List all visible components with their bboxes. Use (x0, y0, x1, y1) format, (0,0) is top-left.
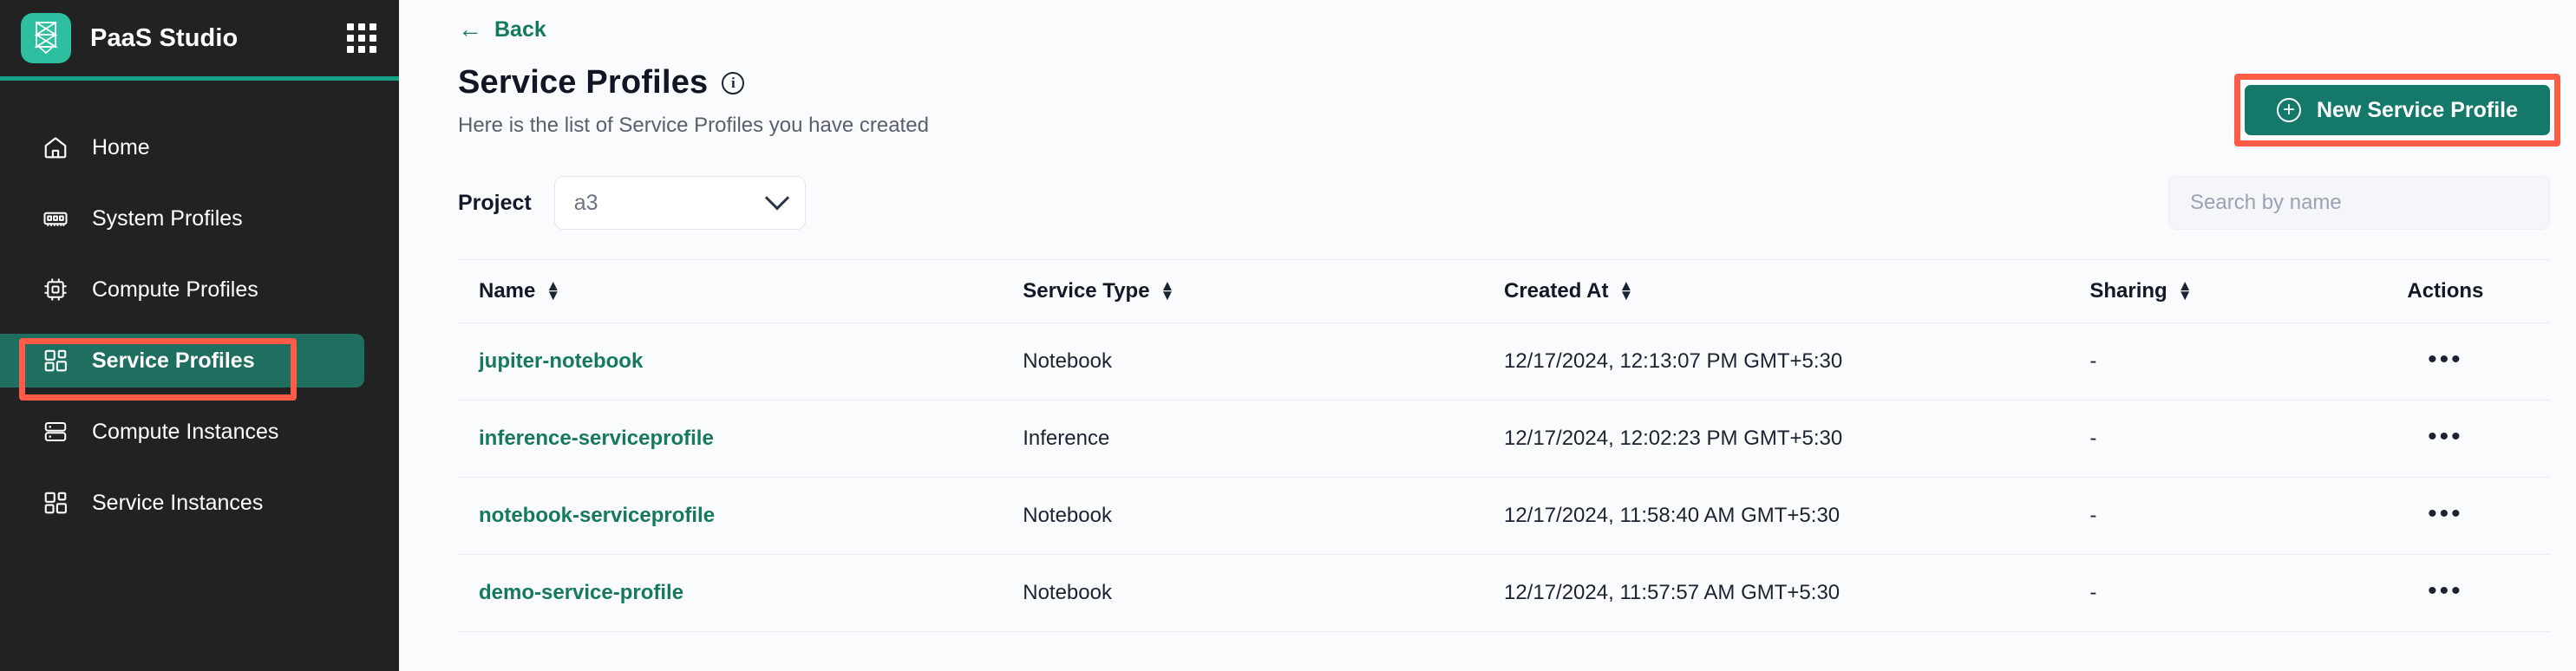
sidebar-nav: Home System Profiles Compute Profiles Se… (0, 81, 399, 547)
back-label: Back (494, 16, 546, 42)
sort-arrows-icon: ▲ ▼ (1160, 277, 1175, 303)
ellipsis-icon[interactable]: ••• (2428, 347, 2463, 373)
new-service-profile-label: New Service Profile (2316, 97, 2519, 122)
project-select[interactable]: a3 (553, 176, 806, 230)
cpu-icon (42, 276, 69, 303)
ellipsis-icon[interactable]: ••• (2428, 578, 2463, 604)
service-profile-name-link[interactable]: inference-serviceprofile (479, 427, 714, 450)
blocks-icon (42, 347, 69, 375)
column-header-label: Service Type (1023, 279, 1150, 303)
column-header-sharing[interactable]: Sharing ▲ ▼ (2089, 260, 2341, 323)
cell-sharing: - (2089, 477, 2341, 555)
sidebar-item-label: Home (92, 134, 150, 160)
cell-sharing: - (2089, 554, 2341, 632)
sidebar-item-home[interactable]: Home (0, 121, 364, 174)
table-head: Name ▲ ▼ Service Type ▲ ▼ Created At ▲ ▼… (458, 260, 2550, 323)
cell-service-type: Inference (1023, 400, 1504, 478)
sort-arrows-icon: ▲ ▼ (546, 277, 561, 303)
service-profile-name-link[interactable]: demo-service-profile (479, 581, 683, 604)
sidebar-item-label: Service Instances (92, 490, 264, 515)
app-root: PaaS Studio Home System Profiles Compute… (0, 0, 2576, 671)
sort-arrows-icon: ▲ ▼ (1618, 277, 1634, 303)
sidebar-item-service-instances[interactable]: Service Instances (0, 476, 364, 530)
sidebar-item-service-profiles[interactable]: Service Profiles (0, 334, 364, 388)
cell-service-type: Notebook (1023, 322, 1504, 401)
filter-row: Project a3 (399, 176, 2576, 230)
table-row: jupiter-notebook Notebook 12/17/2024, 12… (458, 322, 2550, 401)
sidebar-item-compute-instances[interactable]: Compute Instances (0, 405, 364, 459)
table-row: notebook-serviceprofile Notebook 12/17/2… (458, 477, 2550, 555)
mesh-logo-icon (21, 13, 71, 63)
chevron-down-icon (764, 186, 789, 211)
back-row: ← Back (399, 0, 2576, 45)
column-header-actions: Actions (2340, 260, 2550, 323)
cell-sharing: - (2089, 400, 2341, 478)
brand-name: PaaS Studio (90, 23, 239, 52)
home-icon (42, 134, 69, 161)
server-icon (42, 418, 69, 446)
sidebar-item-label: Service Profiles (92, 348, 255, 373)
cell-created-at: 12/17/2024, 11:57:57 AM GMT+5:30 (1503, 554, 2090, 632)
table-body: jupiter-notebook Notebook 12/17/2024, 12… (458, 322, 2550, 632)
column-header-label: Created At (1503, 279, 1609, 303)
memory-chip-icon (42, 205, 69, 232)
table-header-row: Name ▲ ▼ Service Type ▲ ▼ Created At ▲ ▼… (458, 260, 2550, 323)
sort-arrows-icon: ▲ ▼ (2177, 277, 2193, 303)
sidebar: PaaS Studio Home System Profiles Compute… (0, 0, 399, 671)
sidebar-item-label: Compute Profiles (92, 277, 258, 302)
new-service-profile-button[interactable]: + New Service Profile (2245, 85, 2550, 135)
new-service-profile-wrap: + New Service Profile (2234, 74, 2560, 147)
apps-grid-icon[interactable] (347, 23, 376, 53)
service-profile-name-link[interactable]: notebook-serviceprofile (479, 504, 715, 527)
sidebar-item-system-profiles[interactable]: System Profiles (0, 192, 364, 245)
cell-created-at: 12/17/2024, 12:02:23 PM GMT+5:30 (1503, 400, 2090, 478)
service-profile-name-link[interactable]: jupiter-notebook (479, 349, 643, 373)
table-row: inference-serviceprofile Inference 12/17… (458, 400, 2550, 478)
cell-service-type: Notebook (1023, 554, 1504, 632)
cell-created-at: 12/17/2024, 11:58:40 AM GMT+5:30 (1503, 477, 2090, 555)
column-header-label: Name (479, 279, 536, 303)
column-header-label: Sharing (2089, 279, 2167, 303)
cell-service-type: Notebook (1023, 477, 1504, 555)
search-input[interactable] (2190, 191, 2528, 215)
service-profiles-table: Name ▲ ▼ Service Type ▲ ▼ Created At ▲ ▼… (458, 260, 2550, 632)
column-header-label: Actions (2407, 279, 2484, 303)
search-box[interactable] (2168, 176, 2550, 230)
blocks-icon (42, 489, 69, 517)
info-icon[interactable]: i (722, 71, 745, 94)
page-title: Service Profiles (458, 64, 709, 101)
sidebar-item-label: Compute Instances (92, 419, 279, 444)
project-select-value: a3 (573, 190, 598, 215)
table-row: demo-service-profile Notebook 12/17/2024… (458, 554, 2550, 632)
column-header-name[interactable]: Name ▲ ▼ (458, 260, 1023, 323)
column-header-service-type[interactable]: Service Type ▲ ▼ (1023, 260, 1504, 323)
sidebar-item-compute-profiles[interactable]: Compute Profiles (0, 263, 364, 316)
main-content: ← Back Service Profiles i Here is the li… (399, 0, 2576, 671)
ellipsis-icon[interactable]: ••• (2428, 424, 2463, 450)
plus-circle-icon: + (2276, 98, 2301, 122)
arrow-left-icon: ← (458, 16, 482, 42)
ellipsis-icon[interactable]: ••• (2428, 501, 2463, 527)
brand-bar: PaaS Studio (0, 0, 399, 81)
sidebar-item-label: System Profiles (92, 205, 243, 231)
service-profiles-table-wrap: Name ▲ ▼ Service Type ▲ ▼ Created At ▲ ▼… (458, 259, 2550, 632)
back-button[interactable]: ← Back (458, 17, 546, 42)
cell-created-at: 12/17/2024, 12:13:07 PM GMT+5:30 (1503, 322, 2090, 401)
project-label: Project (458, 190, 532, 215)
column-header-created-at[interactable]: Created At ▲ ▼ (1503, 260, 2090, 323)
cell-sharing: - (2089, 322, 2341, 401)
